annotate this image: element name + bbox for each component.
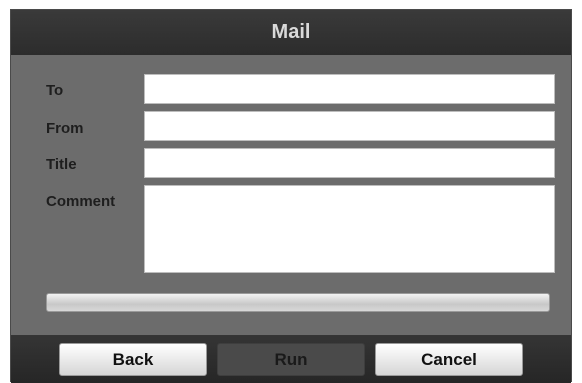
progress-bar: [46, 293, 550, 312]
button-bar: Back Run Cancel: [11, 335, 571, 383]
title-bar: Mail: [11, 10, 571, 55]
back-button[interactable]: Back: [59, 343, 207, 376]
dialog-title: Mail: [271, 21, 311, 43]
comment-label: Comment: [46, 193, 116, 210]
to-label: To: [46, 82, 64, 99]
comment-field[interactable]: [144, 185, 555, 273]
title-label: Title: [46, 156, 77, 173]
from-label: From: [46, 120, 84, 137]
to-field[interactable]: [144, 74, 555, 104]
cancel-button[interactable]: Cancel: [375, 343, 523, 376]
mail-dialog: Mail To From Title Comment Back Run Canc…: [10, 9, 572, 383]
from-field[interactable]: [144, 111, 555, 141]
run-button[interactable]: Run: [217, 343, 365, 376]
title-field[interactable]: [144, 148, 555, 178]
